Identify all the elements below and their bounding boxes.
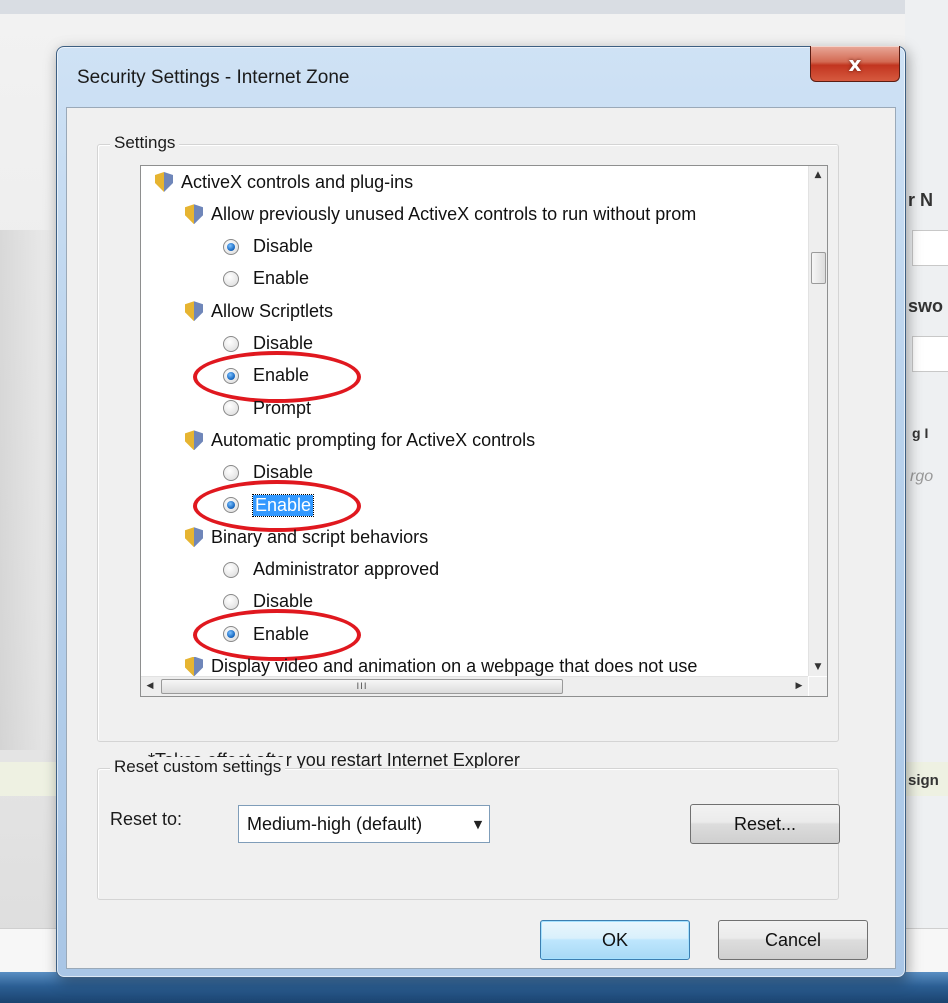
tree-item-label: Enable — [253, 365, 310, 386]
settings-group-label: Settings — [110, 133, 180, 153]
tree-item-label: Disable — [253, 333, 314, 353]
radio-option[interactable]: Enable — [223, 618, 309, 650]
tree-item-label: Binary and script behaviors — [211, 526, 429, 547]
radio-checked-icon[interactable] — [223, 497, 239, 513]
settings-item[interactable]: Automatic prompting for ActiveX controls — [185, 424, 535, 456]
radio-option[interactable]: Prompt — [223, 392, 311, 424]
radio-unchecked-icon[interactable] — [223, 335, 239, 352]
reset-groupbox: Reset custom settings Reset to: Medium-h… — [97, 757, 840, 900]
background-text: swo — [908, 296, 944, 316]
tree-item-label: Display video and animation on a webpage… — [211, 656, 698, 676]
reset-button[interactable]: Reset... — [690, 804, 840, 844]
radio-option[interactable]: Disable — [223, 457, 313, 489]
settings-tree-content: ActiveX controls and plug-ins Allow previ… — [141, 166, 808, 676]
scrollbar-corner — [809, 677, 827, 696]
settings-category[interactable]: ActiveX controls and plug-ins — [155, 166, 413, 198]
settings-groupbox: Settings ActiveX controls and plug-ins Al… — [97, 133, 839, 770]
radio-unchecked-icon[interactable] — [223, 464, 239, 481]
tree-item-label: Administrator approved — [253, 559, 440, 580]
background-text: r N — [908, 190, 934, 210]
tree-item-label: Allow previously unused ActiveX controls… — [211, 203, 697, 224]
dialog-client-area: Settings ActiveX controls and plug-ins Al… — [66, 107, 896, 969]
reset-level-value: Medium-high (default) — [247, 813, 423, 834]
tree-item-label: Automatic prompting for ActiveX controls — [211, 429, 536, 450]
close-button[interactable]: x — [810, 46, 900, 82]
radio-checked-icon[interactable] — [223, 626, 239, 643]
tree-item-label: Enable — [253, 623, 310, 644]
reset-group-label: Reset custom settings — [110, 757, 286, 777]
radio-option[interactable]: Disable — [223, 328, 313, 360]
title-bar[interactable]: Security Settings - Internet Zone x — [57, 46, 905, 103]
background-input — [912, 336, 948, 372]
radio-unchecked-icon[interactable] — [223, 270, 239, 287]
security-shield-icon — [185, 204, 203, 225]
radio-option[interactable]: Disable — [223, 586, 313, 618]
background-text: sign — [908, 772, 939, 789]
chevron-down-icon: ▼ — [473, 817, 483, 831]
settings-item[interactable]: Allow Scriptlets — [185, 295, 333, 327]
background-top-band — [0, 0, 948, 14]
security-shield-icon — [185, 527, 203, 548]
scroll-up-arrow-icon[interactable]: ▲ — [809, 166, 827, 184]
dialog-title: Security Settings - Internet Zone — [77, 67, 350, 88]
radio-option[interactable]: Disable — [223, 231, 313, 263]
ok-button[interactable]: OK — [540, 920, 690, 960]
scroll-right-arrow-icon[interactable]: ▶ — [790, 677, 808, 695]
reset-level-dropdown[interactable]: Medium-high (default) ▼ — [238, 805, 490, 843]
scroll-left-arrow-icon[interactable]: ◀ — [141, 677, 159, 695]
scroll-down-arrow-icon[interactable]: ▼ — [809, 658, 827, 676]
scroll-grip-icon: III — [356, 681, 368, 692]
tree-item-label: Allow Scriptlets — [211, 300, 334, 321]
background-input — [912, 230, 948, 266]
tree-item-label: Enable — [253, 268, 310, 289]
radio-checked-icon[interactable] — [223, 367, 239, 384]
radio-unchecked-icon[interactable] — [223, 561, 239, 578]
cancel-button[interactable]: Cancel — [718, 920, 868, 960]
reset-to-label: Reset to: — [110, 809, 183, 829]
settings-item[interactable]: Binary and script behaviors — [185, 521, 428, 553]
settings-tree[interactable]: ActiveX controls and plug-ins Allow previ… — [140, 165, 828, 697]
tree-item-label: ActiveX controls and plug-ins — [181, 171, 414, 192]
vertical-scroll-thumb[interactable] — [811, 252, 826, 284]
radio-option[interactable]: Enable — [223, 489, 315, 521]
tree-item-label: Disable — [253, 462, 314, 483]
radio-unchecked-icon[interactable] — [223, 593, 239, 610]
background-text: rgo — [910, 468, 934, 485]
security-shield-icon — [185, 656, 203, 676]
background-decoration — [0, 230, 60, 750]
settings-item[interactable]: Display video and animation on a webpage… — [185, 651, 698, 676]
radio-unchecked-icon[interactable] — [223, 400, 239, 417]
close-icon: x — [848, 51, 862, 76]
tree-item-label: Prompt — [253, 397, 312, 418]
security-shield-icon — [185, 430, 203, 451]
background-text: g I — [912, 425, 929, 441]
radio-option[interactable]: Administrator approved — [223, 554, 439, 586]
security-settings-dialog: Security Settings - Internet Zone x Sett… — [56, 46, 906, 978]
radio-option[interactable]: Enable — [223, 360, 309, 392]
tree-item-label: Enable — [251, 493, 315, 517]
security-shield-icon — [185, 301, 203, 322]
horizontal-scrollbar[interactable]: ◀ III ▶ — [141, 676, 808, 696]
settings-item[interactable]: Allow previously unused ActiveX controls… — [185, 198, 696, 230]
radio-checked-icon[interactable] — [223, 238, 239, 255]
radio-option[interactable]: Enable — [223, 263, 309, 295]
background-right-strip — [905, 0, 948, 1003]
horizontal-scroll-thumb[interactable]: III — [161, 679, 563, 694]
tree-item-label: Disable — [253, 591, 314, 612]
security-shield-icon — [155, 172, 173, 192]
vertical-scrollbar[interactable]: ▲ ▼ — [808, 166, 827, 676]
tree-item-label: Disable — [253, 236, 314, 257]
